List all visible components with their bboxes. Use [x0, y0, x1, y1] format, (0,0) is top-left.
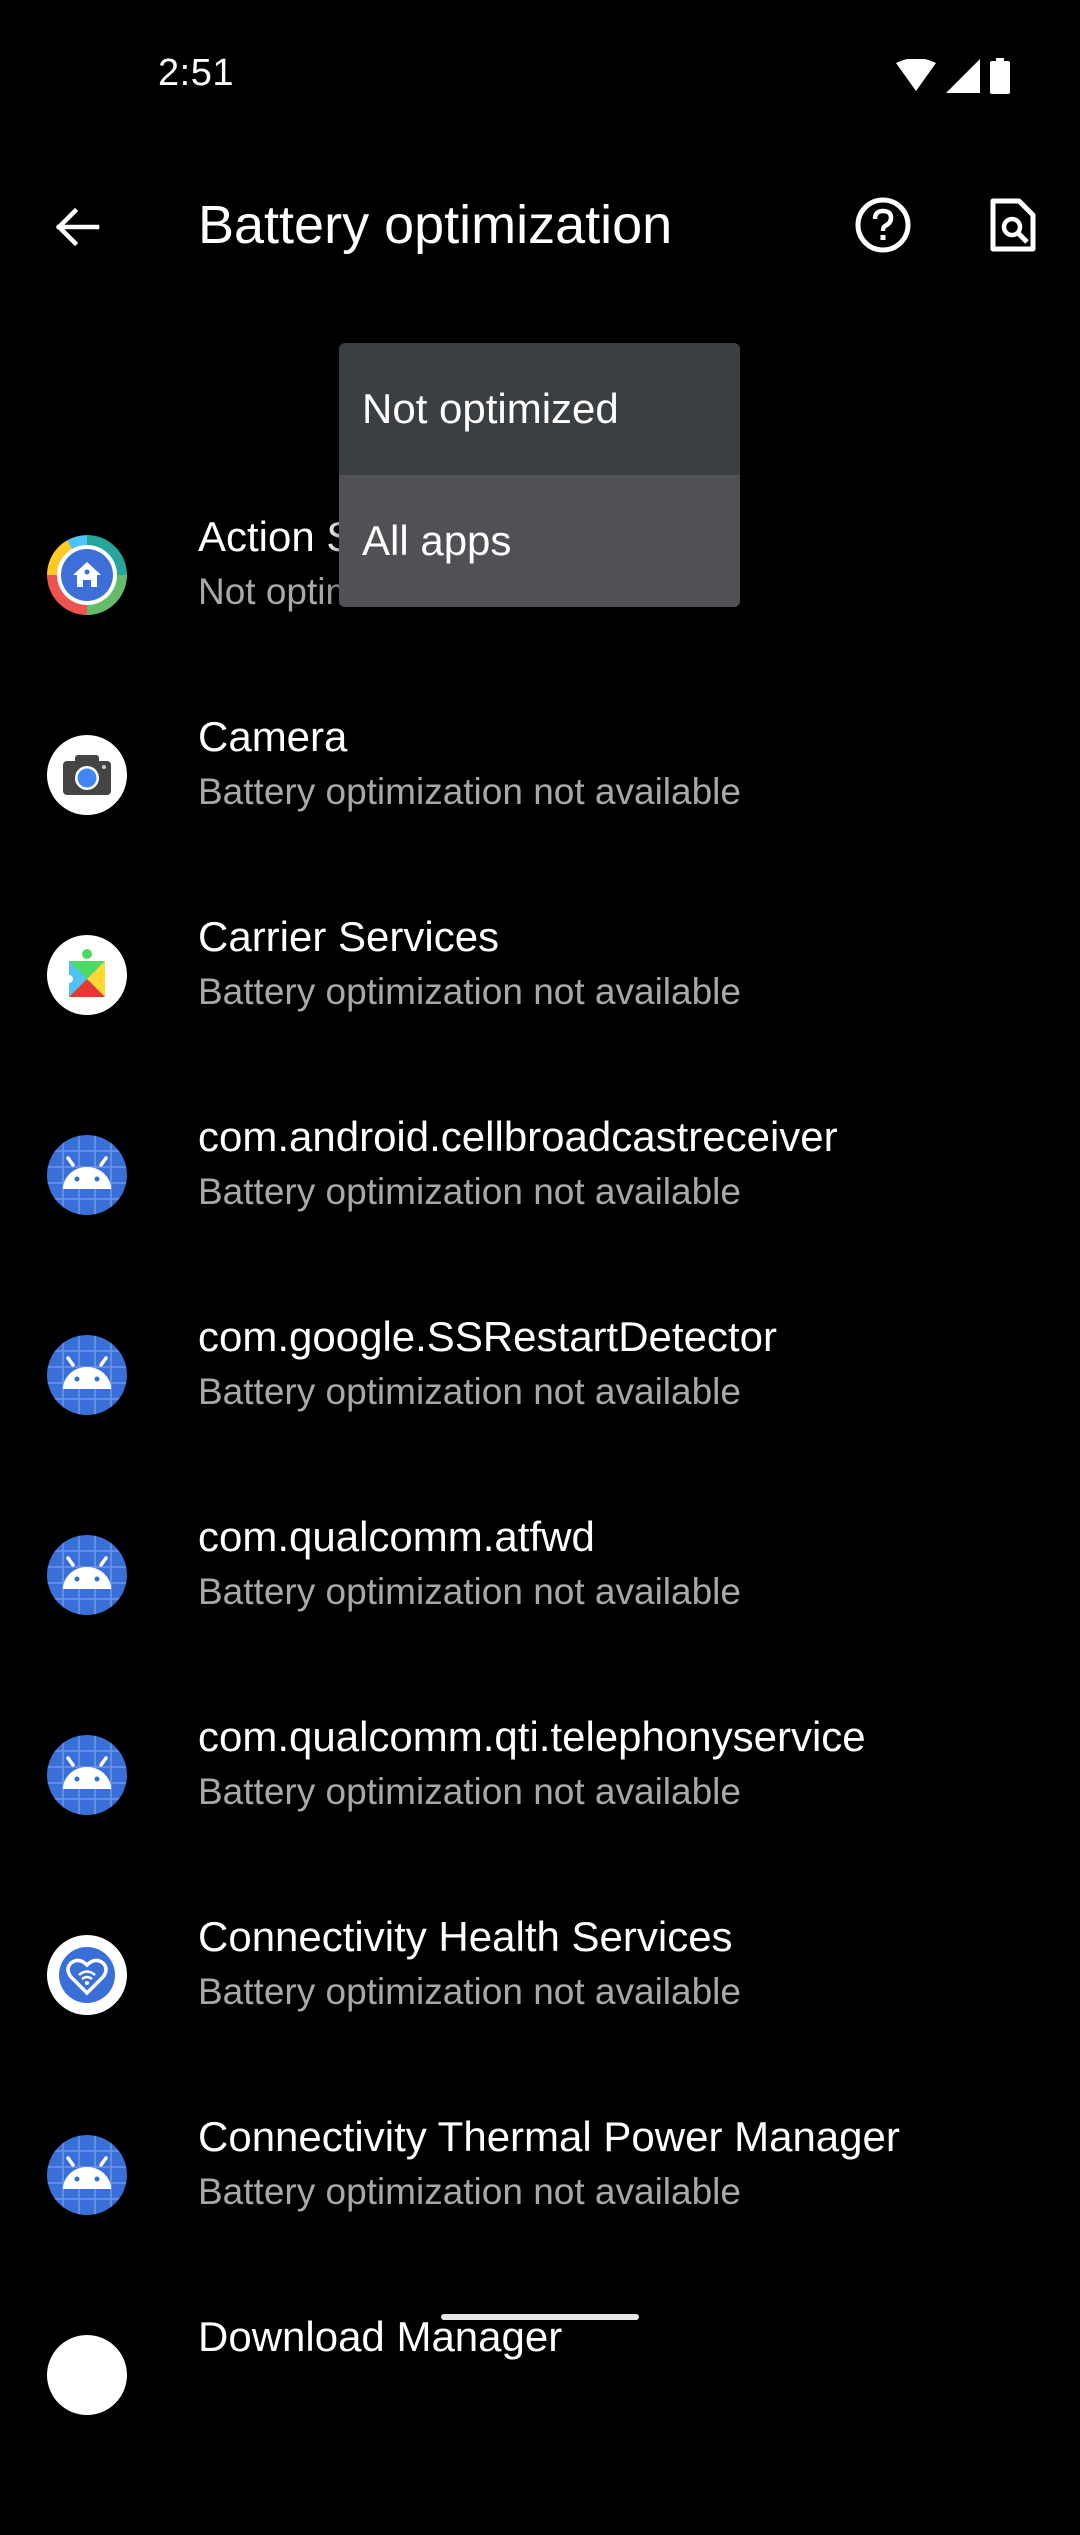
app-status: Battery optimization not available	[198, 1371, 741, 1412]
download-manager-icon	[47, 2335, 127, 2415]
dropdown-option-not-optimized[interactable]: Not optimized	[339, 343, 740, 475]
list-item[interactable]: com.qualcomm.atfwd Battery optimization …	[0, 1513, 1080, 1735]
app-status: Battery optimization not available	[198, 771, 741, 812]
app-name: Download Manager	[198, 2313, 563, 2360]
app-name: Connectivity Thermal Power Manager	[198, 2113, 900, 2160]
status-bar: 2:51	[0, 0, 1080, 150]
back-button[interactable]	[40, 190, 114, 264]
android-icon	[47, 2135, 127, 2215]
list-item[interactable]: com.qualcomm.qti.telephonyservice Batter…	[0, 1713, 1080, 1935]
app-name: Connectivity Health Services	[198, 1913, 733, 1960]
app-name: Carrier Services	[198, 913, 500, 960]
search-button[interactable]	[976, 188, 1050, 262]
home-gesture-bar[interactable]	[441, 2314, 639, 2320]
search-in-page-icon	[990, 198, 1036, 252]
list-item[interactable]: Camera Battery optimization not availabl…	[0, 713, 1080, 935]
filter-dropdown-menu: Not optimized All apps	[339, 343, 740, 607]
wifi-icon	[896, 59, 936, 91]
app-status: Battery optimization not available	[198, 1571, 741, 1612]
list-item[interactable]: Connectivity Thermal Power Manager Batte…	[0, 2113, 1080, 2335]
dropdown-option-all-apps[interactable]: All apps	[339, 475, 740, 607]
arrow-back-icon	[55, 207, 100, 247]
android-icon	[47, 1135, 127, 1215]
connectivity-health-icon	[47, 1935, 127, 2015]
list-item[interactable]: com.google.SSRestartDetector Battery opt…	[0, 1313, 1080, 1535]
app-name: com.qualcomm.qti.telephonyservice	[198, 1713, 866, 1760]
app-status: Battery optimization not available	[198, 1171, 741, 1212]
app-name: com.qualcomm.atfwd	[198, 1513, 595, 1560]
android-icon	[47, 1735, 127, 1815]
status-icons	[896, 58, 1010, 94]
app-status: Battery optimization not available	[198, 2171, 741, 2212]
app-status: Battery optimization not available	[198, 1971, 741, 2012]
list-item[interactable]: Connectivity Health Services Battery opt…	[0, 1913, 1080, 2135]
list-item[interactable]: com.android.cellbroadcastreceiver Batter…	[0, 1113, 1080, 1335]
camera-icon	[47, 735, 127, 815]
page-title: Battery optimization	[198, 195, 673, 255]
help-button[interactable]	[846, 188, 920, 262]
app-name: com.android.cellbroadcastreceiver	[198, 1113, 838, 1160]
app-name: Camera	[198, 713, 348, 760]
app-name: com.google.SSRestartDetector	[198, 1313, 777, 1360]
android-icon	[47, 1335, 127, 1415]
action-services-icon	[47, 535, 127, 615]
app-list: Action Services Not optimized Camera Bat…	[0, 475, 1080, 2535]
android-icon	[47, 1535, 127, 1615]
list-item[interactable]: Download Manager	[0, 2313, 1080, 2535]
status-time: 2:51	[158, 52, 234, 94]
carrier-services-icon	[47, 935, 127, 1015]
cellular-signal-icon	[946, 59, 980, 93]
help-circle-icon	[855, 197, 911, 253]
battery-icon	[990, 58, 1010, 94]
app-status: Battery optimization not available	[198, 971, 741, 1012]
list-item[interactable]: Carrier Services Battery optimization no…	[0, 913, 1080, 1135]
app-bar: Battery optimization	[0, 170, 1080, 280]
app-status: Battery optimization not available	[198, 1771, 741, 1812]
